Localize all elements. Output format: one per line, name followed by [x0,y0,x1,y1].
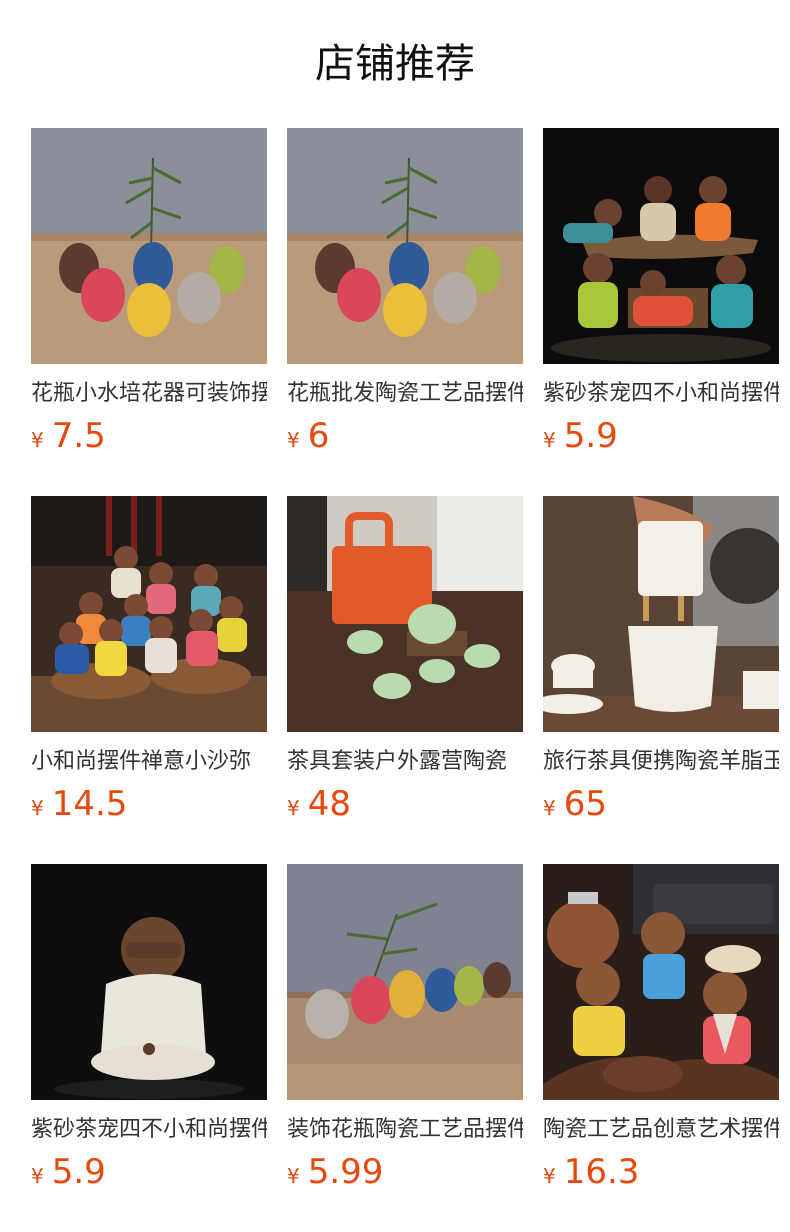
tea-infuser-image[interactable] [543,496,779,732]
product-card[interactable]: 花瓶小水培花器可装饰摆件 ¥7.5 [31,128,267,496]
currency-symbol: ¥ [287,1164,300,1188]
product-price: ¥5.9 [543,416,779,456]
page-title: 店铺推荐 [315,41,475,87]
product-card[interactable]: 装饰花瓶陶瓷工艺品摆件 ¥5.99 [287,864,523,1232]
product-name[interactable]: 小和尚摆件禅意小沙弥 [31,746,267,778]
product-card[interactable]: 茶具套装户外露营陶瓷 ¥48 [287,496,523,864]
price-value: 48 [307,784,351,824]
elder-figurines-image[interactable] [543,864,779,1100]
product-price: ¥6 [287,416,523,456]
product-price: ¥5.9 [31,1152,267,1192]
price-value: 5.9 [51,1152,106,1192]
product-name[interactable]: 花瓶批发陶瓷工艺品摆件 [287,378,523,410]
product-price: ¥65 [543,784,779,824]
product-price: ¥5.99 [287,1152,523,1192]
monk-group-image[interactable] [31,496,267,732]
price-value: 5.99 [307,1152,384,1192]
monk-figurines-image[interactable] [543,128,779,364]
vase-set-image[interactable] [287,128,523,364]
vase-row-image[interactable] [287,864,523,1100]
tea-set-image[interactable] [287,496,523,732]
currency-symbol: ¥ [287,796,300,820]
currency-symbol: ¥ [543,428,556,452]
product-price: ¥48 [287,784,523,824]
price-value: 5.9 [563,416,618,456]
product-name[interactable]: 紫砂茶宠四不小和尚摆件 [543,378,779,410]
price-value: 7.5 [51,416,106,456]
price-value: 65 [563,784,607,824]
product-card[interactable]: 紫砂茶宠四不小和尚摆件 ¥5.9 [31,864,267,1232]
product-name[interactable]: 旅行茶具便携陶瓷羊脂玉 [543,746,779,778]
price-value: 16.3 [563,1152,640,1192]
price-value: 14.5 [51,784,128,824]
product-name[interactable]: 紫砂茶宠四不小和尚摆件 [31,1114,267,1146]
price-value: 6 [307,416,330,456]
monk-figure-image[interactable] [31,864,267,1100]
product-price: ¥14.5 [31,784,267,824]
product-card[interactable]: 花瓶批发陶瓷工艺品摆件 ¥6 [287,128,523,496]
vase-set-image[interactable] [31,128,267,364]
currency-symbol: ¥ [31,796,44,820]
currency-symbol: ¥ [543,1164,556,1188]
currency-symbol: ¥ [31,428,44,452]
currency-symbol: ¥ [543,796,556,820]
currency-symbol: ¥ [287,428,300,452]
product-name[interactable]: 花瓶小水培花器可装饰摆件 [31,378,267,410]
product-card[interactable]: 陶瓷工艺品创意艺术摆件 ¥16.3 [543,864,779,1232]
currency-symbol: ¥ [31,1164,44,1188]
product-name[interactable]: 装饰花瓶陶瓷工艺品摆件 [287,1114,523,1146]
product-card[interactable]: 旅行茶具便携陶瓷羊脂玉 ¥65 [543,496,779,864]
product-card[interactable]: 小和尚摆件禅意小沙弥 ¥14.5 [31,496,267,864]
product-name[interactable]: 茶具套装户外露营陶瓷 [287,746,523,778]
product-grid: 花瓶小水培花器可装饰摆件 ¥7.5 花瓶批发陶瓷工艺品摆件 ¥6 [31,128,779,1232]
product-price: ¥16.3 [543,1152,779,1192]
product-price: ¥7.5 [31,416,267,456]
product-card[interactable]: 紫砂茶宠四不小和尚摆件 ¥5.9 [543,128,779,496]
product-name[interactable]: 陶瓷工艺品创意艺术摆件 [543,1114,779,1146]
